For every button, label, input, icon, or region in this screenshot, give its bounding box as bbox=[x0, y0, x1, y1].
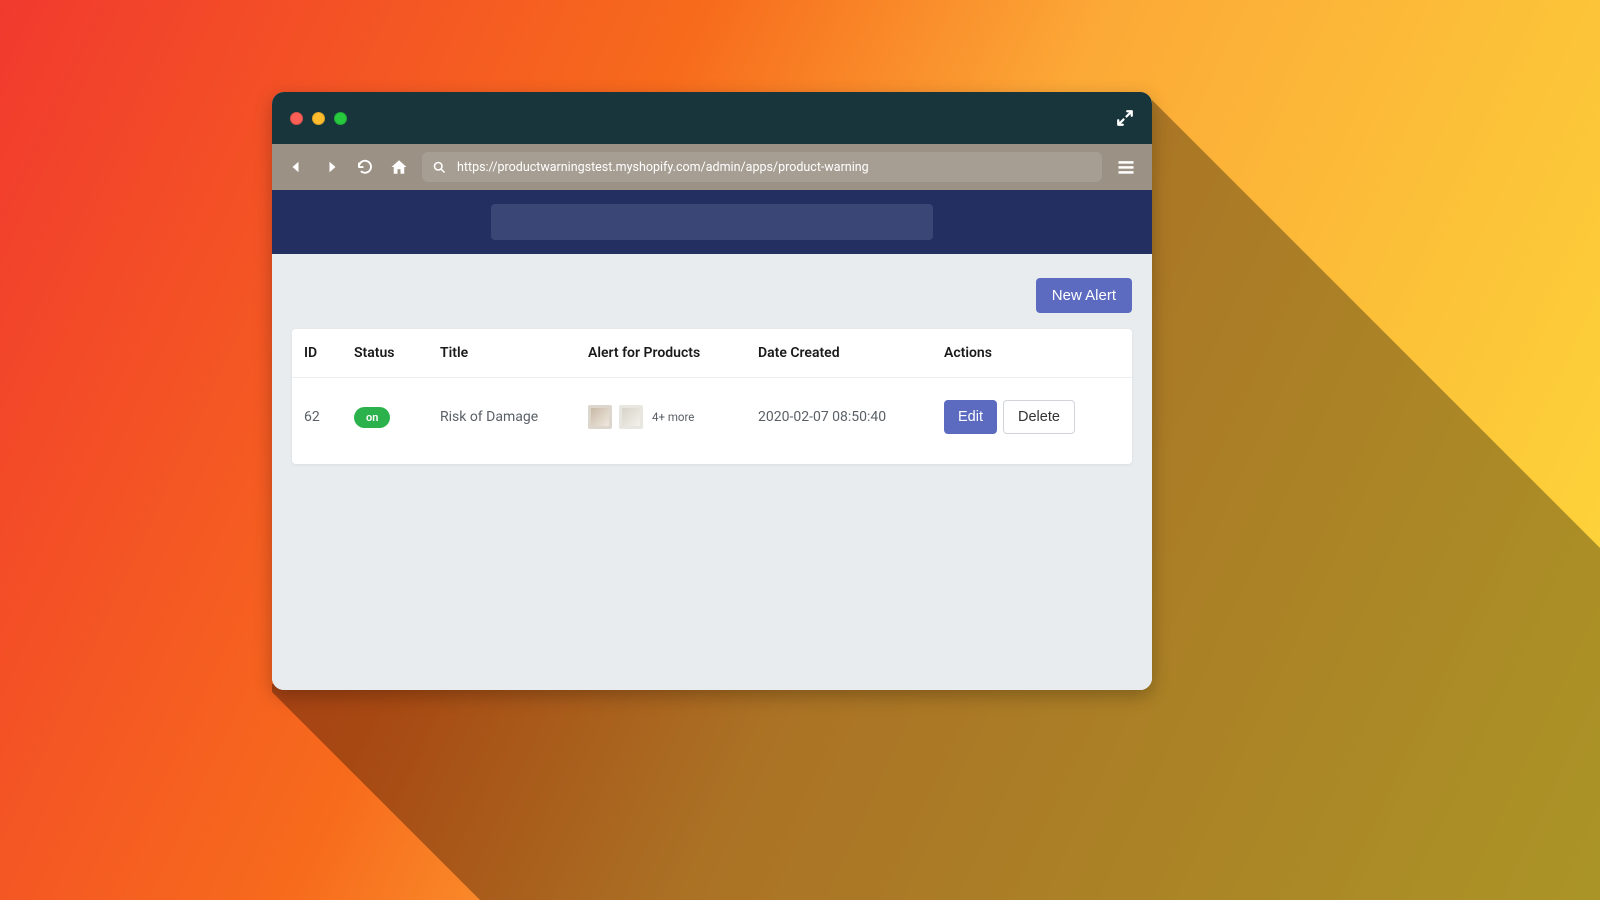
col-status: Status bbox=[354, 345, 440, 361]
more-products-link[interactable]: 4+ more bbox=[652, 410, 694, 424]
alerts-table: ID Status Title Alert for Products Date … bbox=[292, 329, 1132, 464]
table-row: 62 on Risk of Damage 4+ more 2020-02-07 … bbox=[292, 378, 1132, 464]
new-alert-button[interactable]: New Alert bbox=[1036, 278, 1132, 313]
col-date: Date Created bbox=[758, 345, 944, 361]
table-header: ID Status Title Alert for Products Date … bbox=[292, 329, 1132, 378]
edit-button[interactable]: Edit bbox=[944, 400, 997, 434]
maximize-icon[interactable] bbox=[334, 112, 347, 125]
main-content: New Alert ID Status Title Alert for Prod… bbox=[272, 254, 1152, 690]
address-bar[interactable]: https://productwarningstest.myshopify.co… bbox=[422, 152, 1102, 182]
browser-window: https://productwarningstest.myshopify.co… bbox=[272, 92, 1152, 690]
search-icon bbox=[432, 160, 447, 175]
back-icon[interactable] bbox=[286, 156, 308, 178]
menu-icon[interactable] bbox=[1114, 155, 1138, 179]
home-icon[interactable] bbox=[388, 156, 410, 178]
app-header bbox=[272, 190, 1152, 254]
fullscreen-icon[interactable] bbox=[1116, 109, 1134, 127]
browser-toolbar: https://productwarningstest.myshopify.co… bbox=[272, 144, 1152, 190]
window-controls bbox=[290, 112, 347, 125]
cell-id: 62 bbox=[304, 409, 354, 425]
window-titlebar bbox=[272, 92, 1152, 144]
status-badge[interactable]: on bbox=[354, 407, 390, 428]
reload-icon[interactable] bbox=[354, 156, 376, 178]
col-title: Title bbox=[440, 345, 588, 361]
cell-products: 4+ more bbox=[588, 405, 758, 429]
product-thumb-icon[interactable] bbox=[588, 405, 612, 429]
cell-actions: Edit Delete bbox=[944, 400, 1120, 434]
cell-date: 2020-02-07 08:50:40 bbox=[758, 409, 944, 425]
cell-title: Risk of Damage bbox=[440, 409, 588, 425]
close-icon[interactable] bbox=[290, 112, 303, 125]
product-thumb-icon[interactable] bbox=[619, 405, 643, 429]
col-actions: Actions bbox=[944, 345, 1120, 361]
url-text: https://productwarningstest.myshopify.co… bbox=[457, 160, 869, 175]
minimize-icon[interactable] bbox=[312, 112, 325, 125]
cell-status: on bbox=[354, 407, 440, 428]
col-id: ID bbox=[304, 345, 354, 361]
app-search-input[interactable] bbox=[491, 204, 933, 240]
forward-icon[interactable] bbox=[320, 156, 342, 178]
delete-button[interactable]: Delete bbox=[1003, 400, 1075, 434]
col-products: Alert for Products bbox=[588, 345, 758, 361]
